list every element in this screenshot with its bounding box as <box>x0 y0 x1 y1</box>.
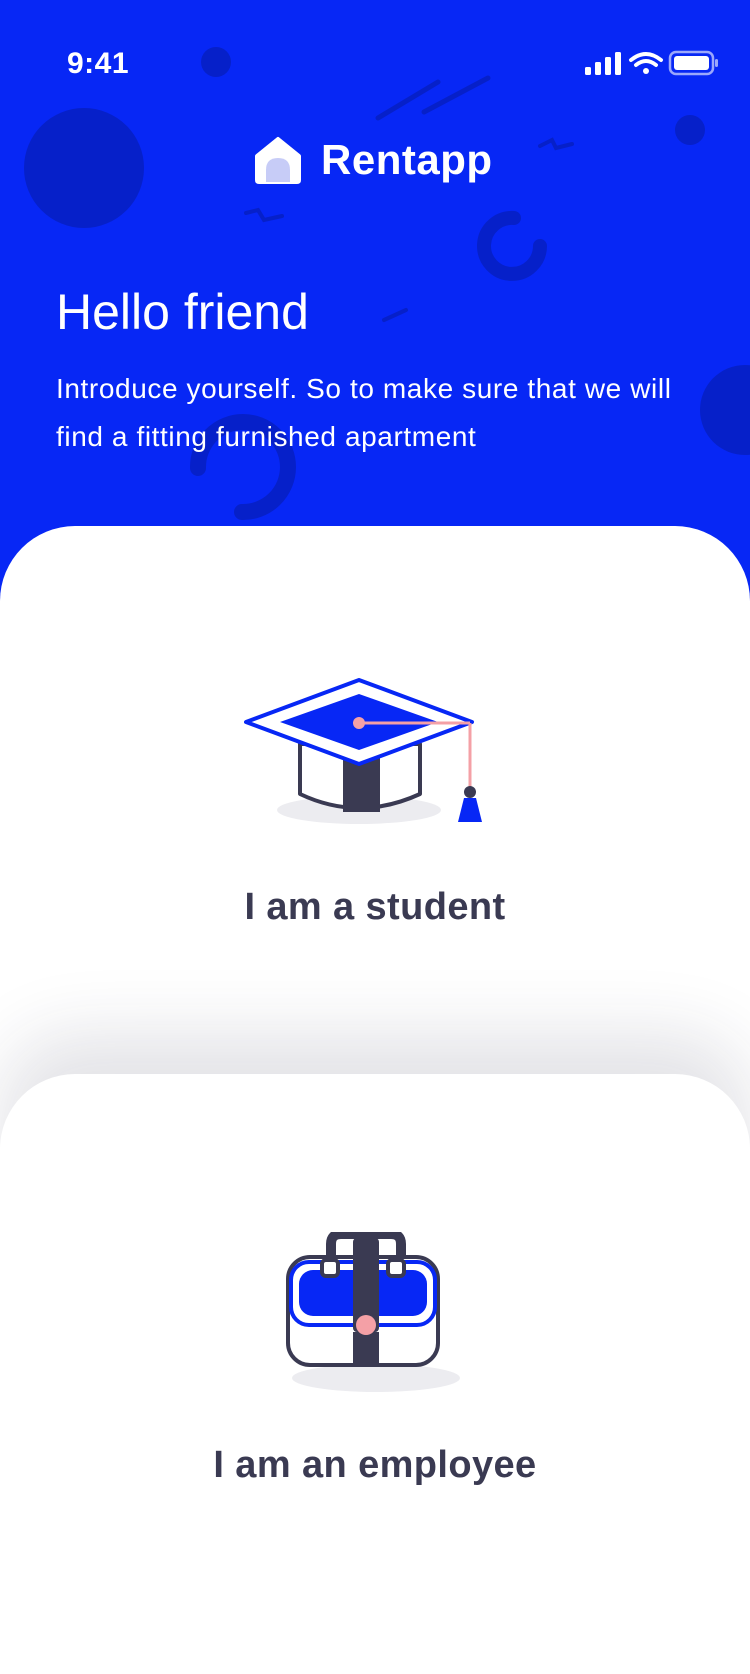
status-time: 9:41 <box>67 47 130 80</box>
student-option-card[interactable]: I am a student <box>0 526 750 1106</box>
employee-option-label: I am an employee <box>213 1444 537 1486</box>
student-option-label: I am a student <box>244 886 506 928</box>
graduation-cap-icon <box>244 678 482 824</box>
status-indicators <box>585 50 718 76</box>
brand-name: Rentapp <box>321 136 493 183</box>
battery-icon <box>668 50 718 76</box>
employee-option-card[interactable]: I am an employee <box>0 1074 750 1674</box>
brand-logo: Rentapp <box>253 135 493 185</box>
cellular-signal-icon <box>585 52 621 75</box>
house-icon <box>255 137 301 184</box>
status-bar: 9:41 <box>0 0 750 130</box>
intro-text: Introduce yourself. So to make sure that… <box>56 373 672 452</box>
wifi-icon <box>629 52 663 74</box>
briefcase-icon <box>286 1232 460 1392</box>
page-title: Hello friend <box>56 284 309 340</box>
